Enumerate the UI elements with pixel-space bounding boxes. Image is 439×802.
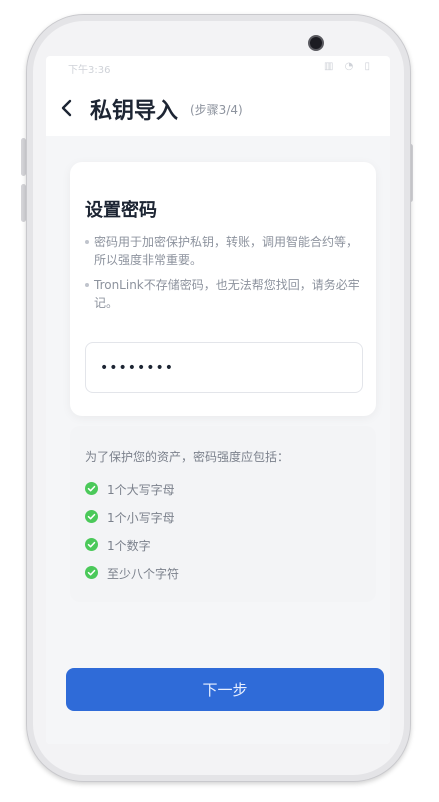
requirement-label: 1个大写字母 xyxy=(107,483,175,497)
password-card: 设置密码 密码用于加密保护私钥，转账，调用智能合约等，所以强度非常重要。 Tro… xyxy=(70,162,376,416)
check-circle-icon xyxy=(85,566,98,579)
page-header: 私钥导入 (步骤3/4) xyxy=(46,86,390,130)
check-circle-icon xyxy=(85,510,98,523)
status-bar: 下午3:36 ▥ ◔ ▯ xyxy=(46,56,390,80)
status-icons: ▥ ◔ ▯ xyxy=(323,61,374,72)
front-camera xyxy=(308,35,324,51)
status-time: 下午3:36 xyxy=(68,65,111,76)
requirements-title: 为了保护您的资产，密码强度应包括： xyxy=(85,450,290,464)
bullet-dot xyxy=(85,283,89,287)
tip-no-storage: TronLink不存储密码，也无法帮您找回，请务必牢记。 xyxy=(85,276,361,312)
tip-text: TronLink不存储密码，也无法帮您找回，请务必牢记。 xyxy=(94,278,360,310)
tip-encryption: 密码用于加密保护私钥，转账，调用智能合约等，所以强度非常重要。 xyxy=(85,233,361,269)
step-indicator: (步骤3/4) xyxy=(190,103,243,117)
back-arrow-icon[interactable] xyxy=(60,98,74,118)
requirement-label: 至少八个字符 xyxy=(107,567,180,581)
password-input[interactable] xyxy=(85,342,363,393)
check-circle-icon xyxy=(85,482,98,495)
requirement-label: 1个数字 xyxy=(107,539,151,553)
bullet-dot xyxy=(85,240,89,244)
check-circle-icon xyxy=(85,538,98,551)
tip-text: 密码用于加密保护私钥，转账，调用智能合约等，所以强度非常重要。 xyxy=(94,235,359,267)
card-title: 设置密码 xyxy=(85,200,157,221)
password-requirements: 为了保护您的资产，密码强度应包括： 1个大写字母 1个小写字母 1个数字 至少八… xyxy=(70,426,376,602)
app-screen: 下午3:36 ▥ ◔ ▯ 私钥导入 (步骤3/4) 设置密码 密码用于加密保护私… xyxy=(46,56,390,744)
page-title: 私钥导入 xyxy=(90,99,179,124)
next-step-button[interactable]: 下一步 xyxy=(66,668,384,711)
requirement-label: 1个小写字母 xyxy=(107,511,175,525)
page-content: 设置密码 密码用于加密保护私钥，转账，调用智能合约等，所以强度非常重要。 Tro… xyxy=(46,136,390,744)
